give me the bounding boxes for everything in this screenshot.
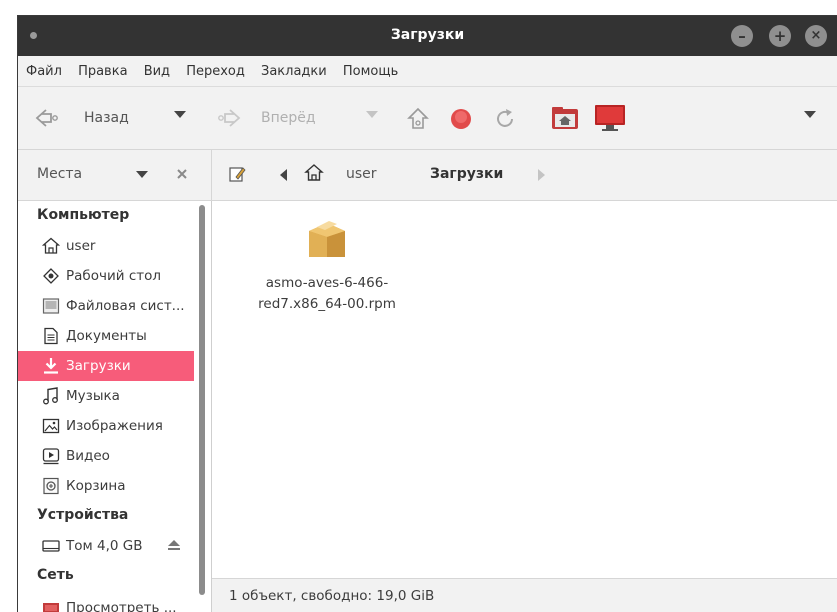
back-history-dropdown[interactable] xyxy=(174,111,186,118)
sidebar-item-desktop[interactable]: Рабочий стол xyxy=(18,261,194,291)
download-icon xyxy=(44,358,58,374)
menu-go[interactable]: Переход xyxy=(178,56,249,79)
window-title: Загрузки xyxy=(390,27,465,43)
file-name-line: asmo-aves-6-466- xyxy=(265,275,389,291)
home-icon[interactable] xyxy=(304,163,324,183)
breadcrumb-user[interactable]: user xyxy=(346,166,377,182)
sidebar-item-label: Документы xyxy=(66,328,147,344)
stop-icon[interactable] xyxy=(449,107,473,131)
network-icon xyxy=(43,603,59,612)
sidebar-item-label: Просмотреть ... xyxy=(66,600,177,612)
toolbar: Назад Вперёд xyxy=(18,87,837,150)
minimize-button[interactable]: – xyxy=(731,25,753,47)
close-sidebar-icon[interactable] xyxy=(176,168,188,180)
file-view[interactable]: asmo-aves-6-466- red7.x86_64-00.rpm xyxy=(212,201,837,579)
drive-icon xyxy=(42,298,60,314)
sidebar-item-label: Корзина xyxy=(66,478,126,494)
sidebar-item-label: Видео xyxy=(66,448,110,464)
menu-edit[interactable]: Правка xyxy=(70,56,131,79)
sidebar-item-label: Рабочий стол xyxy=(66,268,161,284)
breadcrumb-back-icon[interactable] xyxy=(280,169,288,181)
menu-help[interactable]: Помощь xyxy=(335,56,402,79)
menu-view[interactable]: Вид xyxy=(136,56,174,79)
eject-icon[interactable] xyxy=(168,540,180,551)
reload-icon[interactable] xyxy=(493,107,517,131)
back-label[interactable]: Назад xyxy=(84,110,129,126)
menu-bar: Файл Правка Вид Переход Закладки Помощь xyxy=(18,56,837,87)
sidebar-item-music[interactable]: Музыка xyxy=(18,381,194,411)
maximize-button[interactable]: + xyxy=(769,25,791,47)
file-name: asmo-aves-6-466- red7.x86_64-00.rpm xyxy=(242,273,412,315)
up-icon[interactable] xyxy=(406,107,430,131)
file-item[interactable]: asmo-aves-6-466- red7.x86_64-00.rpm xyxy=(242,215,412,315)
home-icon xyxy=(42,237,60,254)
pane-separator xyxy=(211,150,212,200)
location-bar: Места user Загрузки xyxy=(18,150,837,201)
forward-history-dropdown[interactable] xyxy=(366,111,378,118)
sidebar-mode-label[interactable]: Места xyxy=(37,166,82,182)
sidebar-item-label: Изображения xyxy=(66,418,163,434)
file-name-line: red7.x86_64-00.rpm xyxy=(258,296,396,312)
edit-path-icon[interactable] xyxy=(228,165,246,183)
sidebar-item-trash[interactable]: Корзина xyxy=(18,471,194,501)
sidebar-item-label: Файловая сист... xyxy=(66,298,185,314)
trash-icon xyxy=(43,477,59,495)
section-devices: Устройства xyxy=(37,507,129,523)
forward-arrow-icon[interactable] xyxy=(216,107,242,129)
sidebar-item-documents[interactable]: Документы xyxy=(18,321,194,351)
sidebar-scrollbar[interactable] xyxy=(199,205,205,595)
sidebar-mode-dropdown[interactable] xyxy=(136,171,148,178)
breadcrumb-forward-icon[interactable] xyxy=(537,169,545,181)
places-sidebar: Компьютер user Рабочий стол Файловая сис… xyxy=(18,201,212,612)
section-network: Сеть xyxy=(37,567,74,583)
file-manager-window: Загрузки – + × Файл Правка Вид Переход З… xyxy=(18,16,837,612)
menu-bookmarks[interactable]: Закладки xyxy=(253,56,331,79)
sidebar-item-pictures[interactable]: Изображения xyxy=(18,411,194,441)
status-bar: 1 объект, свободно: 19,0 GiB xyxy=(212,578,837,612)
music-icon xyxy=(43,387,58,405)
sidebar-item-videos[interactable]: Видео xyxy=(18,441,194,471)
document-icon xyxy=(44,327,58,345)
title-bar[interactable]: Загрузки – + × xyxy=(18,16,837,56)
sidebar-item-downloads[interactable]: Загрузки xyxy=(18,351,194,381)
sidebar-item-filesystem[interactable]: Файловая сист... xyxy=(18,291,194,321)
volume-icon xyxy=(42,540,60,552)
computer-icon[interactable] xyxy=(594,104,626,132)
section-computer: Компьютер xyxy=(37,207,130,223)
sidebar-item-label: Загрузки xyxy=(66,358,131,374)
sidebar-item-home[interactable]: user xyxy=(18,231,194,261)
forward-label[interactable]: Вперёд xyxy=(261,110,316,126)
desktop-icon xyxy=(43,268,59,284)
sidebar-item-label: user xyxy=(66,238,96,254)
breadcrumb-downloads[interactable]: Загрузки xyxy=(430,166,503,182)
home-folder-icon[interactable] xyxy=(551,105,579,131)
toolbar-overflow-dropdown[interactable] xyxy=(804,111,816,118)
sidebar-item-browse-network[interactable]: Просмотреть ... xyxy=(18,593,194,612)
sidebar-item-label: Том 4,0 GB xyxy=(66,538,143,554)
sidebar-item-label: Музыка xyxy=(66,388,120,404)
status-text: 1 объект, свободно: 19,0 GiB xyxy=(229,588,435,604)
image-icon xyxy=(42,418,60,434)
video-icon xyxy=(42,448,60,465)
back-arrow-icon[interactable] xyxy=(34,107,60,129)
package-icon xyxy=(309,221,345,257)
close-button[interactable]: × xyxy=(805,25,827,47)
menu-file[interactable]: Файл xyxy=(18,56,66,79)
sidebar-item-volume[interactable]: Том 4,0 GB xyxy=(18,531,194,561)
